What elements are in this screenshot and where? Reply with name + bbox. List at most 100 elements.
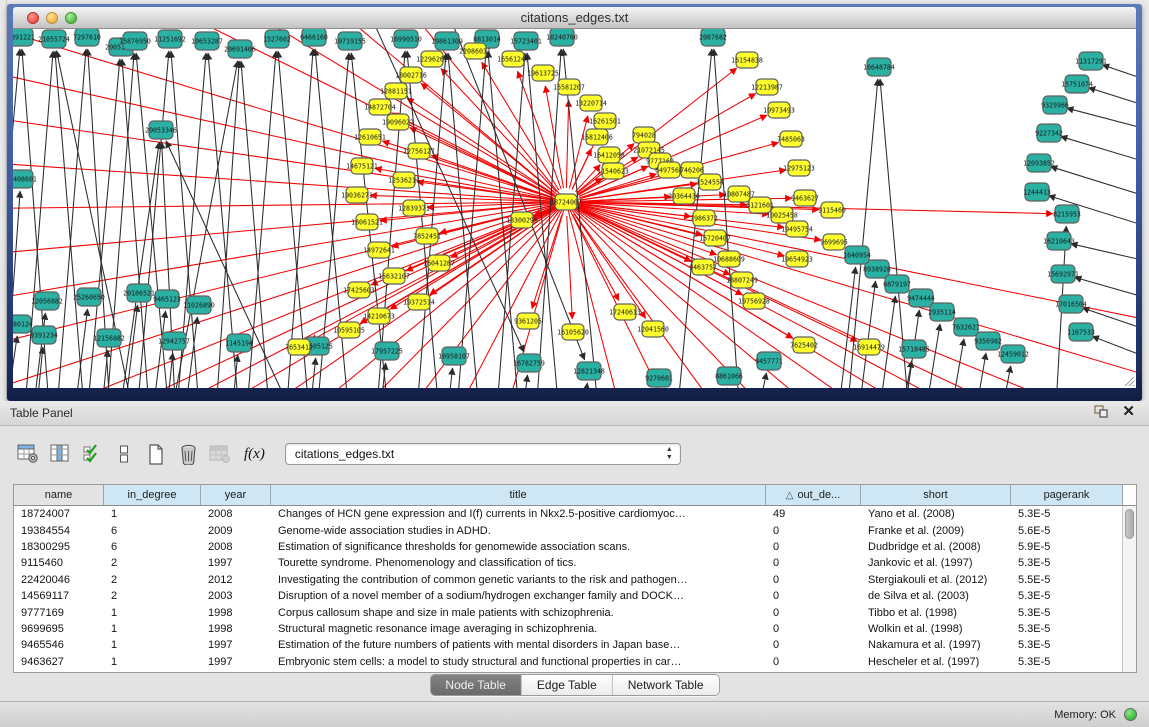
graph-edge[interactable] bbox=[1060, 136, 1136, 179]
graph-node[interactable]: 12041560 bbox=[637, 321, 669, 337]
graph-node[interactable]: 14675121 bbox=[346, 158, 378, 174]
graph-node[interactable]: 16914479 bbox=[853, 339, 885, 355]
cell-pagerank[interactable]: 5.3E-5 bbox=[1011, 506, 1122, 522]
cell-short[interactable]: Hescheler et al. (1997) bbox=[861, 654, 1011, 670]
cell-name[interactable]: 19384554 bbox=[14, 522, 104, 538]
graph-node[interactable]: 7632621 bbox=[952, 318, 980, 336]
graph-node[interactable]: 18724007 bbox=[550, 194, 582, 210]
graph-node[interactable]: 18807249 bbox=[726, 272, 758, 288]
cell-year[interactable]: 1997 bbox=[201, 637, 271, 653]
graph-node[interactable]: 17425603 bbox=[343, 282, 375, 298]
graph-node[interactable]: 9270601 bbox=[645, 369, 673, 387]
cell-pagerank[interactable]: 5.3E-5 bbox=[1011, 555, 1122, 571]
cell-pagerank[interactable]: 5.3E-5 bbox=[1011, 654, 1122, 670]
graph-node[interactable]: 15692971 bbox=[1047, 265, 1079, 283]
cell-short[interactable]: Yano et al. (2008) bbox=[861, 506, 1011, 522]
cell-out_de[interactable]: 0 bbox=[766, 654, 861, 670]
graph-edge[interactable] bbox=[566, 202, 1113, 388]
cell-out_de[interactable]: 0 bbox=[766, 555, 861, 571]
cell-title[interactable]: Changes of HCN gene expression and I(f) … bbox=[271, 506, 766, 522]
function-builder-icon[interactable]: f(x) bbox=[244, 446, 265, 463]
graph-node[interactable]: 10719155 bbox=[334, 32, 366, 50]
cell-name[interactable]: 18724007 bbox=[14, 506, 104, 522]
graph-node[interactable]: 20053346 bbox=[145, 121, 177, 139]
graph-node[interactable]: 12942757 bbox=[158, 332, 190, 350]
graph-node[interactable]: 10595105 bbox=[333, 322, 365, 338]
tab-edge-table[interactable]: Edge Table bbox=[522, 675, 613, 695]
graph-node[interactable]: 17957225 bbox=[371, 342, 403, 360]
graph-edge[interactable] bbox=[13, 49, 20, 388]
graph-node[interactable]: 10688609 bbox=[713, 251, 745, 267]
graph-node[interactable]: 20691406 bbox=[224, 40, 256, 58]
zoom-window-button[interactable] bbox=[65, 12, 77, 24]
cell-year[interactable]: 1997 bbox=[201, 654, 271, 670]
cell-out_de[interactable]: 49 bbox=[766, 506, 861, 522]
graph-node[interactable]: 15751074 bbox=[1061, 75, 1093, 93]
cell-in_degree[interactable]: 6 bbox=[104, 522, 201, 538]
cell-short[interactable]: Nakamura et al. (1997) bbox=[861, 637, 1011, 653]
table-options-icon[interactable] bbox=[14, 441, 42, 467]
graph-edge[interactable] bbox=[566, 202, 1136, 388]
minimize-window-button[interactable] bbox=[46, 12, 58, 24]
graph-node[interactable]: 16782759 bbox=[513, 354, 545, 372]
cell-short[interactable]: Franke et al. (2009) bbox=[861, 522, 1011, 538]
graph-node[interactable]: 18061521 bbox=[351, 214, 383, 230]
cell-name[interactable]: 18300295 bbox=[14, 539, 104, 555]
graph-node[interactable]: 14972641 bbox=[363, 242, 395, 258]
cell-pagerank[interactable]: 5.6E-5 bbox=[1011, 522, 1122, 538]
table-vertical-scrollbar[interactable] bbox=[1122, 506, 1136, 672]
graph-node[interactable]: 12839371 bbox=[398, 200, 430, 216]
table-row[interactable]: 1872400712008Changes of HCN gene express… bbox=[14, 506, 1122, 522]
graph-node[interactable]: 16990510 bbox=[390, 30, 422, 48]
cell-name[interactable]: 22420046 bbox=[14, 572, 104, 588]
graph-node[interactable]: 19756928 bbox=[738, 293, 770, 309]
cell-year[interactable]: 1998 bbox=[201, 604, 271, 620]
graph-node[interactable]: 8861066 bbox=[715, 367, 743, 385]
graph-node[interactable]: 15632107 bbox=[378, 268, 410, 284]
graph-node[interactable]: 18240760 bbox=[546, 29, 578, 46]
graph-node[interactable]: 12093852 bbox=[1023, 154, 1055, 172]
cell-title[interactable]: Estimation of significance thresholds fo… bbox=[271, 539, 766, 555]
graph-node[interactable]: 16105620 bbox=[557, 324, 589, 340]
graph-edge[interactable] bbox=[853, 281, 875, 388]
graph-node[interactable]: 19495754 bbox=[781, 221, 813, 237]
graph-node[interactable]: 19654923 bbox=[781, 251, 813, 267]
cell-title[interactable]: Embryonic stem cells: a model to study s… bbox=[271, 654, 766, 670]
graph-node[interactable]: 12156882 bbox=[93, 329, 125, 347]
graph-node[interactable]: 16561240 bbox=[497, 51, 529, 67]
graph-node[interactable]: 16210643 bbox=[1043, 232, 1075, 250]
graph-node[interactable]: 12821348 bbox=[573, 362, 605, 380]
graph-node[interactable]: 11026890 bbox=[183, 296, 215, 314]
graph-node[interactable]: 16261501 bbox=[589, 113, 621, 129]
graph-node[interactable]: 16041287 bbox=[423, 255, 455, 271]
create-column-icon[interactable] bbox=[142, 441, 170, 467]
network-graph[interactable]: 9391221210557247297610200512341587695011… bbox=[13, 29, 1136, 388]
window-titlebar[interactable]: citations_edges.txt bbox=[13, 7, 1136, 29]
cell-short[interactable]: Tibbo et al. (1998) bbox=[861, 604, 1011, 620]
graph-edge[interactable] bbox=[1067, 108, 1136, 144]
graph-node[interactable]: 6497568 bbox=[655, 162, 683, 178]
graph-edge[interactable] bbox=[566, 202, 1136, 388]
cell-in_degree[interactable]: 2 bbox=[104, 588, 201, 604]
delete-column-icon[interactable] bbox=[174, 441, 202, 467]
graph-edge[interactable] bbox=[410, 128, 554, 196]
graph-node[interactable]: 1145194 bbox=[225, 334, 253, 352]
close-panel-icon[interactable]: ✕ bbox=[1122, 404, 1135, 419]
graph-node[interactable]: 19036271 bbox=[341, 187, 373, 203]
graph-node[interactable]: 17240613 bbox=[609, 304, 641, 320]
cell-in_degree[interactable]: 1 bbox=[104, 621, 201, 637]
cell-year[interactable]: 2012 bbox=[201, 572, 271, 588]
cell-name[interactable]: 9699695 bbox=[14, 621, 104, 637]
graph-node[interactable]: 15720407 bbox=[699, 230, 731, 246]
graph-edge[interactable] bbox=[53, 49, 86, 388]
graph-node[interactable]: 12881151 bbox=[380, 83, 412, 99]
cell-in_degree[interactable]: 2 bbox=[104, 572, 201, 588]
graph-node[interactable]: 2087682 bbox=[699, 29, 727, 46]
graph-edge[interactable] bbox=[448, 53, 483, 388]
table-row[interactable]: 2242004622012Investigating the contribut… bbox=[14, 572, 1122, 588]
graph-node[interactable]: 9329966 bbox=[1041, 96, 1069, 114]
graph-node[interactable]: 6466160 bbox=[300, 29, 328, 46]
table-selector-dropdown[interactable]: citations_edges.txt ▲▼ bbox=[285, 443, 681, 465]
graph-edge[interactable] bbox=[968, 353, 986, 388]
memory-status-indicator[interactable] bbox=[1124, 708, 1137, 721]
